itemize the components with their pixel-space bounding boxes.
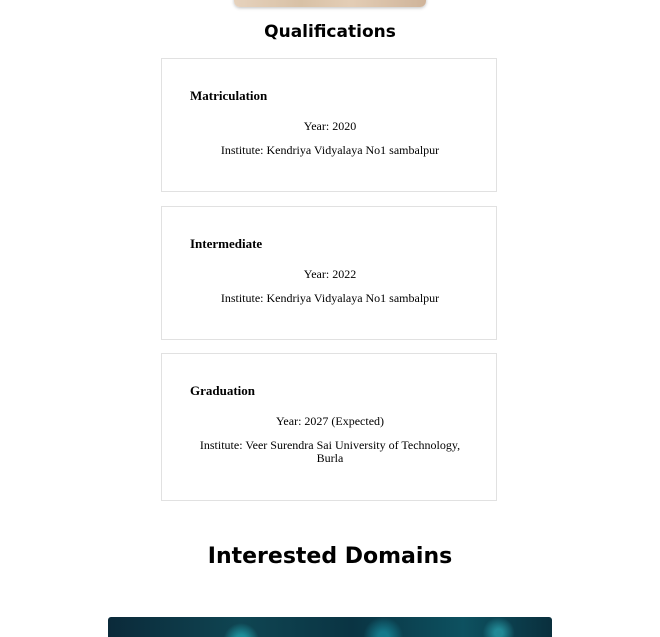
qualification-card-graduation: Graduation Year: 2027 (Expected) Institu… [161,353,497,501]
qualification-institute: Institute: Veer Surendra Sai University … [199,438,461,465]
qualification-year: Year: 2027 (Expected) [275,414,385,428]
qualification-institute: Institute: Kendriya Vidyalaya No1 sambal… [220,143,440,157]
interested-domains-heading: Interested Domains [207,544,453,569]
qualification-institute: Institute: Kendriya Vidyalaya No1 sambal… [220,291,440,305]
qualification-name: Intermediate [190,236,263,251]
qualification-year: Year: 2022 [303,267,357,281]
domain-image [108,617,552,637]
qualification-name: Matriculation [190,88,268,103]
qualification-card-intermediate: Intermediate Year: 2022 Institute: Kendr… [161,206,497,340]
profile-photo [234,0,426,7]
qualifications-heading: Qualifications [264,22,396,42]
qualification-year: Year: 2020 [303,119,357,133]
qualification-card-matriculation: Matriculation Year: 2020 Institute: Kend… [161,58,497,192]
qualification-name: Graduation [190,383,256,398]
